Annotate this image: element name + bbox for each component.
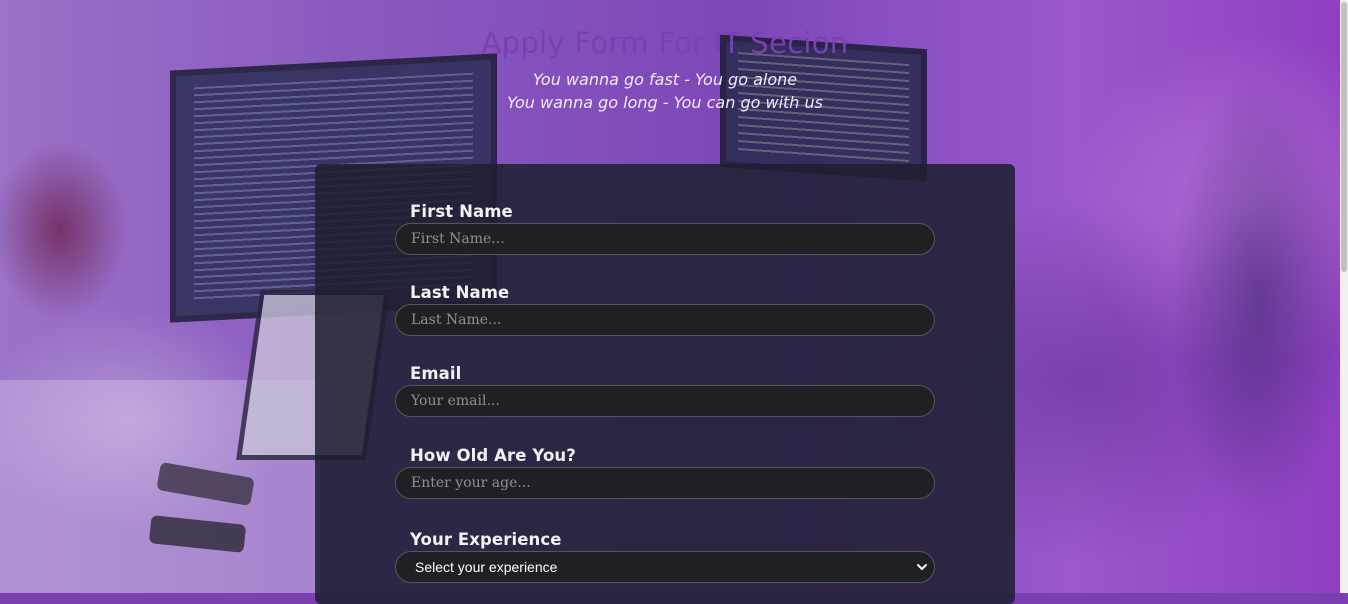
last-name-group: Last Name — [395, 283, 935, 336]
experience-group: Your Experience Select your experience — [395, 530, 935, 583]
page-subtitle: You wanna go fast - You go alone You wan… — [0, 68, 1330, 114]
page-scrollbar[interactable] — [1340, 0, 1348, 593]
first-name-label: First Name — [410, 202, 513, 221]
subtitle-line: You wanna go fast - You go alone — [532, 70, 798, 89]
email-label: Email — [410, 364, 462, 383]
age-group: How Old Are You? — [395, 446, 935, 499]
email-input[interactable] — [395, 385, 935, 417]
page-title: Apply Form For IT Secion — [481, 26, 849, 60]
first-name-group: First Name — [395, 202, 935, 255]
experience-select[interactable]: Select your experience — [395, 551, 935, 583]
subtitle-line: You wanna go long - You can go with us — [507, 93, 823, 112]
age-label: How Old Are You? — [410, 446, 576, 465]
experience-label: Your Experience — [410, 530, 562, 549]
last-name-label: Last Name — [410, 283, 510, 302]
scrollbar-thumb[interactable] — [1341, 2, 1347, 272]
age-input[interactable] — [395, 467, 935, 499]
last-name-input[interactable] — [395, 304, 935, 336]
apply-form: First Name Last Name Email How Old Are Y… — [315, 164, 1015, 604]
first-name-input[interactable] — [395, 223, 935, 255]
experience-select-wrap: Select your experience — [395, 551, 935, 583]
page-header: Apply Form For IT Secion You wanna go fa… — [0, 22, 1330, 114]
email-group: Email — [395, 364, 935, 417]
